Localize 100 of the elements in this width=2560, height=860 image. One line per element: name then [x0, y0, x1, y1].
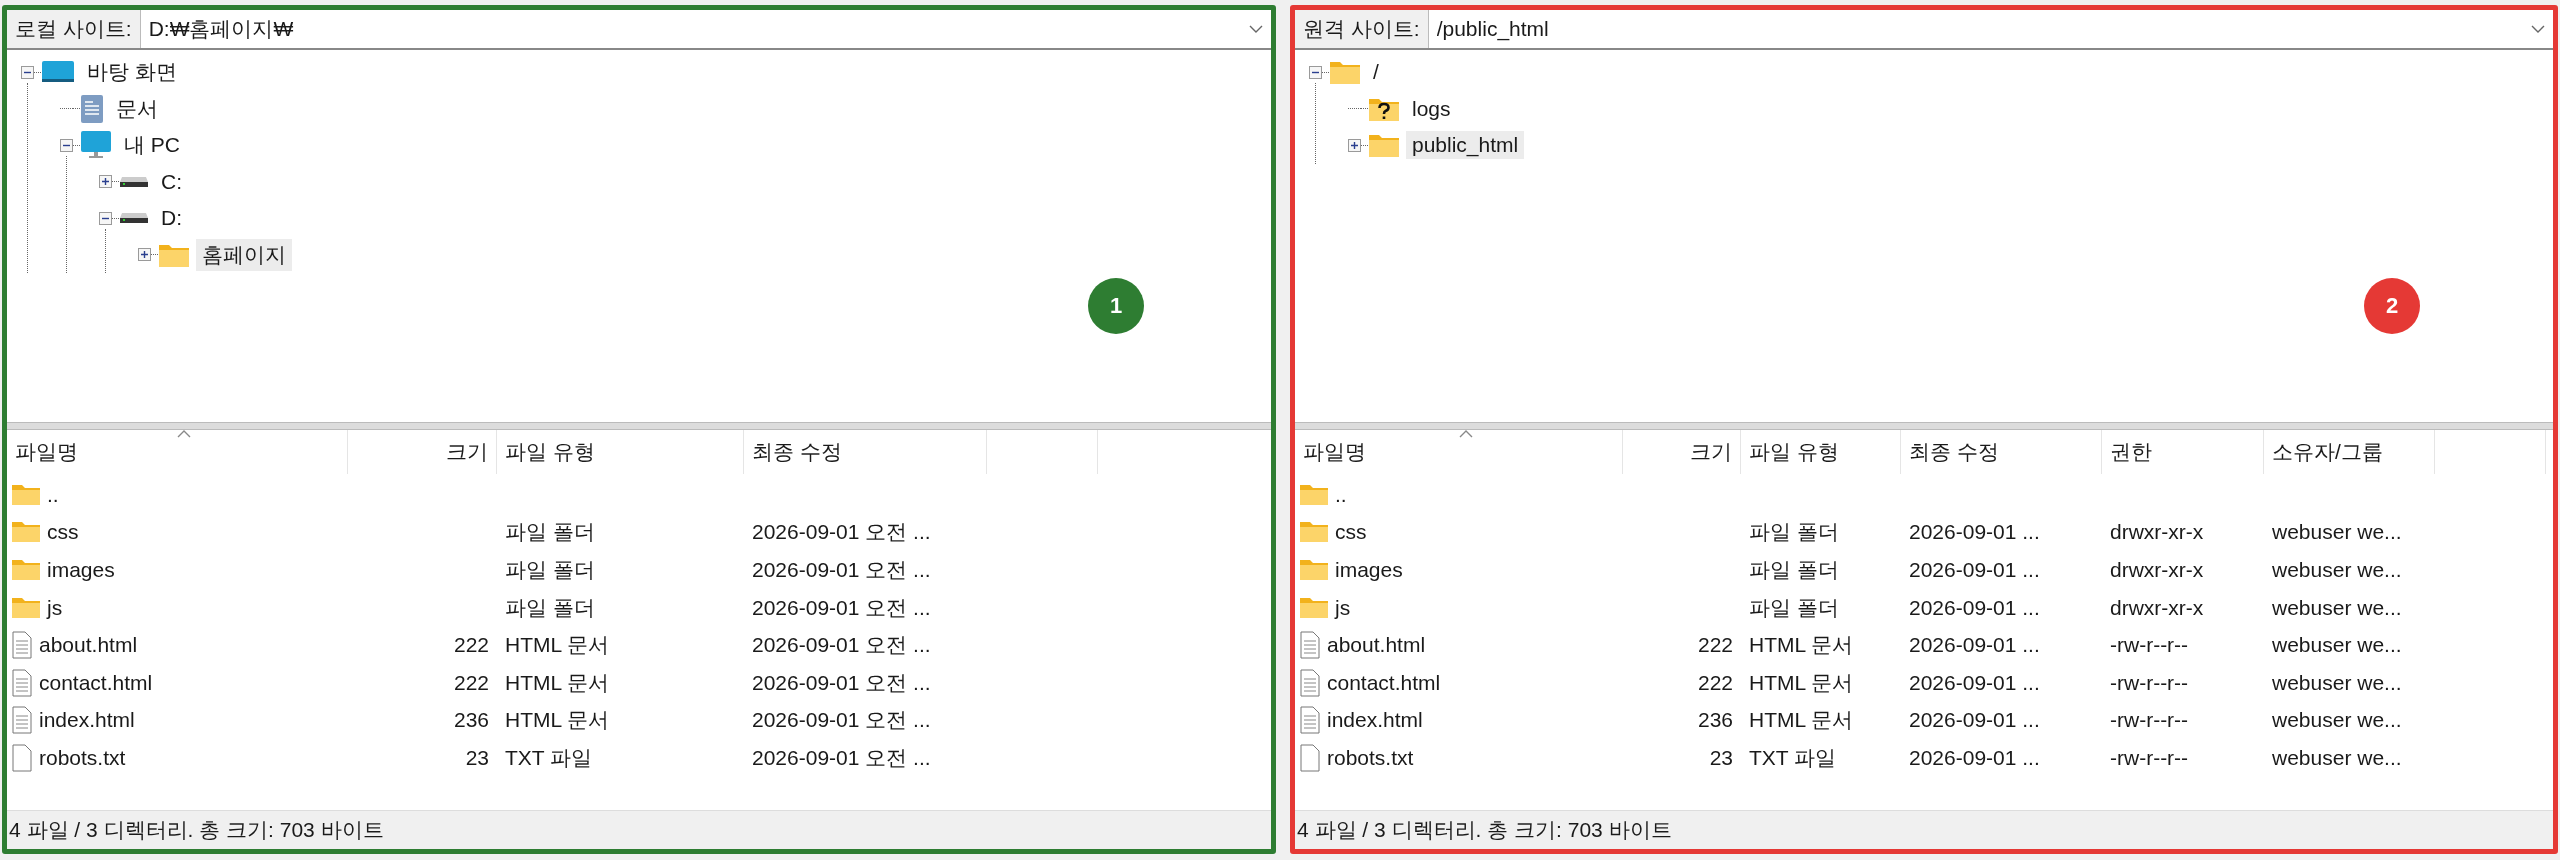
table-cell-text: 2026-09-01 오전 ...: [751, 744, 932, 771]
path-field[interactable]: D:₩홈페이지₩: [148, 17, 1249, 41]
table-cell-text: -rw-r--r--: [2109, 633, 2190, 658]
collapse-box[interactable]: [99, 211, 112, 225]
tree-item[interactable]: 홈페이지: [196, 238, 292, 271]
file-name[interactable]: ..: [1335, 482, 1347, 507]
table-cell-text: HTML 문서: [504, 632, 611, 659]
document-icon: [1299, 706, 1321, 735]
document-icon: [1299, 631, 1321, 660]
drive-icon: [119, 212, 149, 225]
folder-icon: [11, 596, 41, 619]
collapse-box[interactable]: [60, 138, 73, 152]
folder-icon: [11, 521, 41, 544]
table-cell-text: 파일 폴더: [1748, 594, 1840, 621]
status-text: 4 파일 / 3 디렉터리. 총 크기: 703 바이트: [1297, 817, 1672, 843]
column-header[interactable]: 크기: [1623, 430, 1741, 474]
document-icon: [11, 668, 33, 697]
folder-icon: [1299, 559, 1329, 581]
tree-item[interactable]: C:: [155, 167, 188, 196]
table-cell-text: webuser we...: [2271, 708, 2403, 733]
table-cell-text: drwxr-xr-x: [2109, 595, 2205, 620]
table-cell-text: webuser we...: [2271, 670, 2403, 695]
tree-item[interactable]: logs: [1406, 94, 1457, 123]
site-label: 원격 사이트:: [1295, 10, 1429, 48]
chevron-down-icon[interactable]: [2531, 25, 2545, 33]
column-header[interactable]: 크기: [348, 430, 497, 474]
folder-icon: [1299, 596, 1329, 619]
column-header[interactable]: 소유자/그룹: [2264, 430, 2435, 474]
tree-item[interactable]: /: [1367, 58, 1385, 87]
column-header[interactable]: 최종 수정: [744, 430, 987, 474]
table-cell-text: drwxr-xr-x: [2109, 558, 2205, 582]
file-name[interactable]: index.html: [39, 708, 135, 733]
collapse-box[interactable]: [21, 65, 34, 79]
table-cell-text: TXT 파일: [504, 744, 594, 771]
table-cell-text: TXT 파일: [1748, 744, 1838, 771]
table-cell-text: 파일 폴더: [504, 519, 596, 546]
table-cell-text: 파일 폴더: [504, 594, 596, 621]
table-cell-text: HTML 문서: [1748, 632, 1855, 659]
column-header[interactable]: 파일명: [1295, 430, 1623, 474]
path-field[interactable]: /public_html: [1436, 17, 2531, 41]
tree-item[interactable]: public_html: [1406, 131, 1525, 160]
file-name[interactable]: ..: [47, 482, 59, 507]
table-cell-text: 236: [452, 708, 490, 733]
folder-icon: [1299, 521, 1329, 544]
number-badge: 1: [1088, 278, 1144, 334]
table-cell-text: webuser we...: [2271, 745, 2403, 770]
column-header[interactable]: 파일 유형: [497, 430, 744, 474]
file-name[interactable]: robots.txt: [1327, 745, 1414, 770]
file-name[interactable]: js: [47, 595, 63, 620]
monitor-icon: [80, 130, 112, 161]
file-name[interactable]: css: [1335, 520, 1367, 545]
site-label: 로컬 사이트:: [7, 10, 141, 48]
table-cell-text: 2026-09-01 오전 ...: [751, 632, 932, 659]
file-name[interactable]: css: [47, 520, 79, 545]
collapse-box[interactable]: [1309, 65, 1322, 79]
table-cell-text: 파일 폴더: [1748, 519, 1840, 546]
table-cell-text: 23: [464, 745, 490, 770]
expand-box[interactable]: [1348, 138, 1361, 152]
table-cell-text: 2026-09-01 오전 ...: [751, 594, 932, 621]
table-cell-text: HTML 문서: [1748, 669, 1855, 696]
table-cell-text: 2026-09-01 ...: [1908, 595, 2041, 620]
tree-item[interactable]: 내 PC: [118, 129, 186, 162]
file-name[interactable]: index.html: [1327, 708, 1423, 733]
table-cell-text: 2026-09-01 오전 ...: [751, 669, 932, 696]
chevron-down-icon[interactable]: [1249, 25, 1263, 33]
file-name[interactable]: contact.html: [39, 670, 153, 695]
table-cell-text: 파일 폴더: [1748, 557, 1840, 583]
file-name[interactable]: contact.html: [1327, 670, 1441, 695]
expand-box[interactable]: [99, 175, 112, 189]
file-name[interactable]: images: [1335, 558, 1403, 582]
folder-icon: [1299, 483, 1329, 506]
table-cell-text: 2026-09-01 ...: [1908, 708, 2041, 733]
file-name[interactable]: images: [47, 558, 115, 582]
file-name[interactable]: js: [1335, 595, 1351, 620]
tree-item[interactable]: 바탕 화면: [81, 56, 183, 89]
column-header[interactable]: 파일 유형: [1741, 430, 1901, 474]
folder-icon: [11, 559, 41, 581]
table-cell-text: HTML 문서: [504, 707, 611, 734]
expand-box[interactable]: [138, 248, 151, 262]
table-cell-text: 222: [1696, 670, 1734, 695]
table-cell-text: 222: [452, 670, 490, 695]
tree-item[interactable]: 문서: [110, 92, 164, 125]
sort-caret-icon: [1458, 430, 1473, 438]
blank-file-icon: [1299, 743, 1321, 772]
table-cell-text: 222: [1696, 633, 1734, 658]
table-cell-text: webuser we...: [2271, 558, 2403, 582]
table-cell-text: 236: [1696, 708, 1734, 733]
table-cell-text: webuser we...: [2271, 633, 2403, 658]
table-cell-text: 2026-09-01 ...: [1908, 558, 2041, 582]
file-name[interactable]: about.html: [1327, 633, 1426, 658]
column-header[interactable]: 권한: [2102, 430, 2264, 474]
column-header[interactable]: 파일명: [7, 430, 348, 474]
column-header[interactable]: 최종 수정: [1901, 430, 2102, 474]
file-name[interactable]: robots.txt: [39, 745, 126, 770]
file-name[interactable]: about.html: [39, 633, 138, 658]
tree-item[interactable]: D:: [155, 204, 188, 233]
document-icon: [11, 706, 33, 735]
table-cell-text: -rw-r--r--: [2109, 670, 2190, 695]
drive-icon: [119, 175, 149, 188]
number-badge: 2: [2364, 278, 2420, 334]
